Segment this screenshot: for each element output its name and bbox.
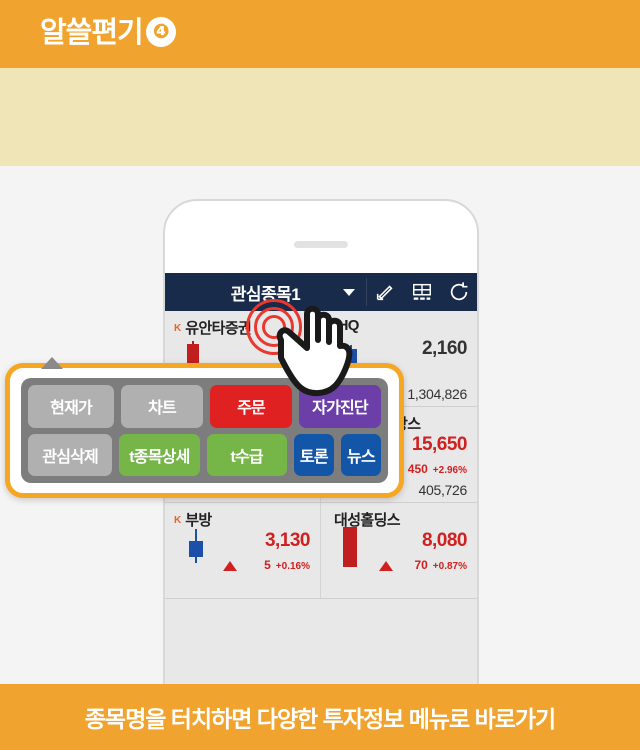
stock-change <box>462 366 467 380</box>
edit-pencil-icon[interactable] <box>374 281 396 303</box>
menu-button-chart[interactable]: 차트 <box>121 385 204 428</box>
change-percent: +2.96% <box>432 465 467 476</box>
stock-price: 15,650 <box>411 434 468 455</box>
bottom-banner-text: 종목명을 터치하면 다양한 투자정보 메뉴로 바로가기 <box>84 706 556 732</box>
stock-name: 유안타증권 <box>185 320 252 337</box>
phone-speaker-grille <box>294 241 348 248</box>
stock-change: 5 +0.16% <box>264 558 310 572</box>
bottom-orange-banner: 종목명을 터치하면 다양한 투자정보 메뉴로 바로가기 <box>0 684 640 750</box>
change-amount: 70 <box>414 558 428 572</box>
stock-change: 70 +0.87% <box>414 558 467 572</box>
screenshot-stage: 관심종목1 K 유안타증권 IHQ 2,160 1,304,826 15,650… <box>0 166 640 689</box>
menu-button-news[interactable]: 뉴스 <box>340 433 382 476</box>
menu-button-stock-detail[interactable]: t종목상세 <box>119 433 200 476</box>
table-row[interactable]: K 부방 3,130 5 +0.16% 대성홀딩스 8,080 70 +0.87… <box>165 503 477 599</box>
stock-price: 3,130 <box>264 530 311 551</box>
refresh-icon[interactable] <box>448 281 470 303</box>
top-banner-label: 알쓸편기 ❹ <box>40 10 176 56</box>
context-menu-row-2: 관심삭제 t종목상세 t수급 토론 뉴스 <box>28 433 382 476</box>
change-percent: +0.87% <box>432 561 467 572</box>
stock-volume: 405,726 <box>418 482 467 498</box>
menu-button-current-price[interactable]: 현재가 <box>28 385 115 428</box>
stock-name: 부방 <box>185 512 212 529</box>
menu-button-remove-watchlist[interactable]: 관심삭제 <box>28 433 113 476</box>
menu-button-discussion[interactable]: 토론 <box>293 433 334 476</box>
direction-triangle-up-icon <box>223 561 237 571</box>
stock-price: 8,080 <box>421 530 468 551</box>
change-amount: 450 <box>407 462 428 476</box>
market-badge: K <box>174 515 182 526</box>
top-orange-banner: 알쓸편기 ❹ <box>0 0 640 68</box>
episode-number-badge: ❹ <box>145 17 176 47</box>
header-icon-group <box>367 273 477 311</box>
grid-layout-icon[interactable] <box>411 281 433 303</box>
change-percent: +0.16% <box>275 561 310 572</box>
direction-triangle-up-icon <box>379 561 393 571</box>
stock-volume: 1,304,826 <box>407 386 467 402</box>
hand-cursor-icon <box>276 305 353 396</box>
market-badge: K <box>174 323 182 334</box>
top-banner-text: 알쓸편기 <box>40 17 144 49</box>
headline-band: 관심종목에 대한 모든 것을 클릭 한번에 <box>0 68 640 203</box>
popup-pointer-arrow <box>41 357 63 369</box>
change-amount: 5 <box>264 558 271 572</box>
stock-change: 450 +2.96% <box>408 462 467 476</box>
menu-button-supply-demand[interactable]: t수급 <box>206 433 287 476</box>
stock-cell[interactable]: 대성홀딩스 8,080 70 +0.87% <box>321 503 477 598</box>
stock-price: 2,160 <box>421 338 468 359</box>
stock-cell[interactable]: K 부방 3,130 5 +0.16% <box>165 503 321 598</box>
